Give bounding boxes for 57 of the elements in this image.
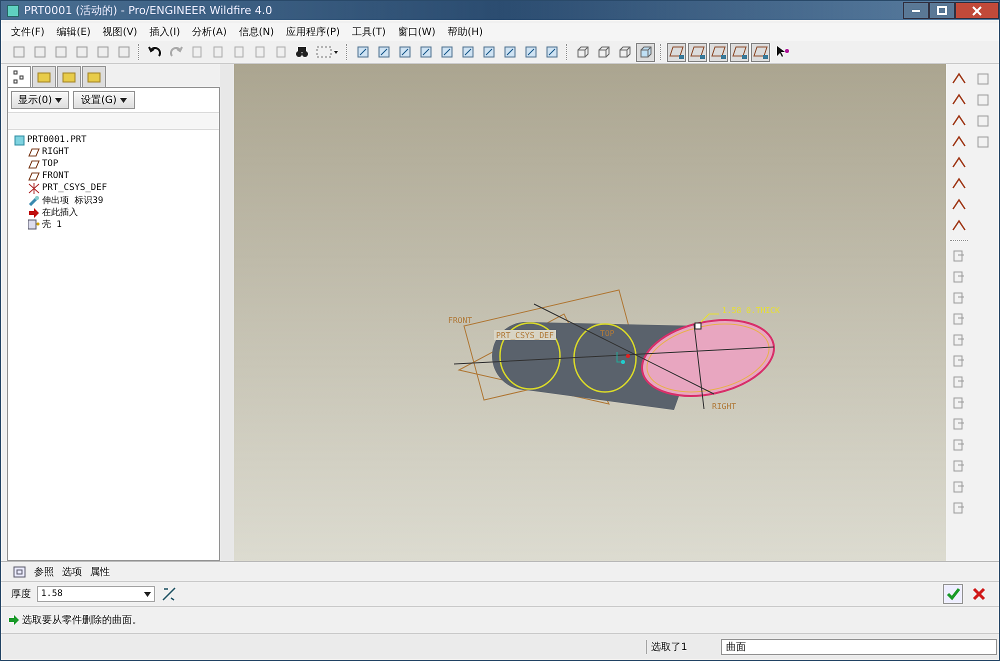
caret-icon [144, 592, 151, 596]
selection-filter-dropdown[interactable]: 曲面 [721, 639, 997, 655]
csys-label: PRT_CSYS_DEF [494, 330, 556, 340]
confirm-button[interactable] [943, 584, 963, 604]
part-icon [14, 134, 25, 146]
tree-item[interactable]: TOP [14, 158, 213, 170]
flip-icon[interactable] [161, 586, 177, 602]
tree-icon[interactable] [7, 66, 31, 87]
tree-item[interactable]: PRT_CSYS_DEF [14, 182, 213, 194]
menu-item[interactable]: 分析(A) [192, 25, 227, 39]
filter-field[interactable] [8, 112, 219, 130]
tree-item[interactable]: 壳 1 [14, 218, 213, 230]
menu-item[interactable]: 信息(N) [238, 25, 274, 39]
thickness-label: 厚度 [11, 588, 31, 601]
dashboard-tab[interactable]: 参照 [34, 564, 54, 578]
panel-icon [13, 566, 26, 578]
minimize-icon [912, 10, 920, 12]
caret-icon [55, 98, 62, 103]
menu-item[interactable]: 帮助(H) [448, 25, 483, 39]
plane-label: FRONT [448, 316, 472, 325]
menu-item[interactable]: 应用程序(P) [286, 25, 340, 39]
dropdown-button[interactable]: 显示(0) [11, 91, 69, 109]
plane-label: TOP [600, 329, 614, 338]
close-button[interactable] [955, 2, 999, 19]
dimension-leader [700, 314, 720, 322]
window-title: PRT0001 (活动的) - Pro/ENGINEER Wildfire 4.0 [24, 3, 272, 18]
dropdown-button[interactable]: 设置(G) [73, 91, 135, 109]
menu-item[interactable]: 插入(I) [149, 25, 180, 39]
app-icon [7, 4, 19, 16]
thickness-field[interactable]: 1.58 [37, 586, 155, 602]
close-icon [972, 6, 982, 16]
datum-display-icon[interactable] [667, 42, 686, 62]
caret-icon [120, 98, 127, 103]
datum-display-icon[interactable] [751, 42, 770, 62]
tree-item[interactable]: 伸出项 标识39 [14, 194, 213, 206]
menu-item[interactable]: 编辑(E) [56, 25, 91, 39]
dashboard-tab[interactable]: 选项 [62, 564, 82, 578]
tree-item[interactable]: RIGHT [14, 146, 213, 158]
arrow-icon [9, 615, 19, 625]
menu-item[interactable]: 窗口(W) [398, 25, 436, 39]
menu-item[interactable]: 文件(F) [11, 25, 45, 39]
extrude-icon [28, 194, 40, 206]
datum-display-icon[interactable] [730, 42, 749, 62]
datum-display-icon[interactable] [688, 42, 707, 62]
tree-item[interactable]: PRT0001.PRT [14, 134, 213, 146]
maximize-button[interactable] [929, 2, 955, 19]
menu-item[interactable]: 工具(T) [352, 25, 386, 39]
tree-item[interactable]: FRONT [14, 170, 213, 182]
dashboard-tab[interactable]: 属性 [90, 564, 110, 578]
menu-item[interactable]: 视图(V) [102, 25, 138, 39]
plane-label: RIGHT [712, 402, 736, 411]
status-message: 选取要从零件删除的曲面。 [22, 614, 142, 627]
insert-icon [28, 206, 40, 218]
minimize-button[interactable] [903, 2, 929, 19]
datum-display-icon[interactable] [709, 42, 728, 62]
maximize-icon [937, 6, 947, 16]
tree-item[interactable]: 在此插入 [14, 206, 213, 218]
